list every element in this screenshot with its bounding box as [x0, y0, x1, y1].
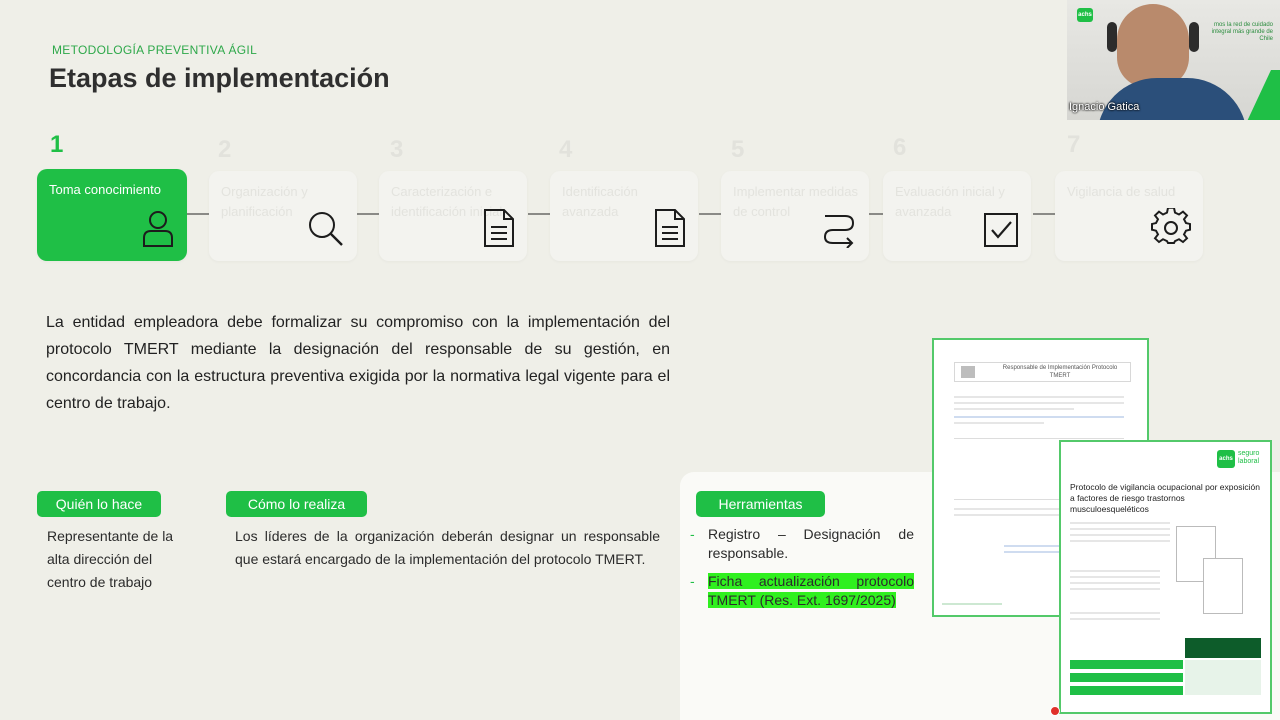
doc-line — [1070, 612, 1160, 614]
step-number-5: 5 — [731, 136, 745, 163]
doc-line — [1070, 582, 1160, 584]
doc-line — [1070, 534, 1170, 536]
tools-label: Herramientas — [696, 491, 825, 517]
doc-line — [1004, 545, 1064, 547]
speaker-name: Ignacio Gatica — [1069, 101, 1140, 113]
tool-item-ficha[interactable]: - Ficha actualización protocolo TMERT (R… — [690, 572, 914, 610]
doc-line — [954, 396, 1124, 398]
step-label: Vigilancia de salud — [1067, 184, 1176, 199]
doc-line — [1070, 570, 1160, 572]
step-connector — [699, 213, 721, 215]
how-text: Los líderes de la organización deberán d… — [235, 528, 660, 567]
how-label: Cómo lo realiza — [226, 491, 367, 517]
doc-line — [954, 422, 1044, 424]
doc-line — [1070, 540, 1170, 542]
step-card-toma-conocimiento[interactable]: Toma conocimiento — [37, 169, 187, 261]
doc-table — [1070, 638, 1261, 700]
user-icon — [141, 208, 175, 253]
step-card-evaluacion[interactable]: Evaluación inicial y avanzada — [883, 171, 1031, 261]
step-number-2: 2 — [218, 136, 232, 163]
webcam-video[interactable]: achs mos la red de cuidado integral más … — [1067, 0, 1280, 120]
doc-line — [954, 408, 1074, 410]
step-connector — [528, 213, 550, 215]
doc-line — [1070, 576, 1160, 578]
doc-logo-icon — [961, 366, 975, 378]
who-text: Representante de la alta dirección del c… — [47, 528, 174, 590]
doc-line — [1070, 588, 1160, 590]
step-connector — [1033, 213, 1055, 215]
video-overlay-text: mos la red de cuidado integral más grand… — [1211, 22, 1273, 42]
doc-line — [1004, 551, 1064, 553]
checkbox-icon — [983, 212, 1019, 253]
page-title: Etapas de implementación — [49, 63, 390, 93]
step-card-vigilancia[interactable]: Vigilancia de salud — [1055, 171, 1203, 261]
step-card-caracterizacion[interactable]: Caracterización e identificación inicial — [379, 171, 527, 261]
intro-paragraph: La entidad empleadora debe formalizar su… — [46, 314, 670, 412]
step-card-medidas-control[interactable]: Implementar medidas de control — [721, 171, 869, 261]
step-number-1: 1 — [50, 131, 64, 158]
tool-item-registro[interactable]: - Registro – Designación de responsable. — [690, 525, 914, 563]
list-dash: - — [690, 526, 695, 542]
headset-icon — [1189, 22, 1199, 52]
document-icon — [654, 208, 686, 253]
doc-line — [1070, 522, 1170, 524]
gear-icon — [1151, 206, 1191, 253]
doc-line — [1070, 528, 1170, 530]
doc-line — [954, 402, 1124, 404]
headset-icon — [1107, 22, 1117, 52]
step-card-organizacion[interactable]: Organización y planificación — [209, 171, 357, 261]
list-dash: - — [690, 573, 695, 589]
doc-line — [1070, 618, 1160, 620]
achs-logo: achs — [1077, 8, 1093, 22]
doc-line — [954, 416, 1124, 418]
doc-thumbnail-protocolo[interactable]: achs seguro laboral Protocolo de vigilan… — [1059, 440, 1272, 714]
achs-logo: achs — [1217, 450, 1235, 468]
step-number-7: 7 — [1067, 131, 1081, 158]
speaker-face — [1117, 4, 1189, 88]
doc-mini-page — [1203, 558, 1243, 614]
doc-heading: Responsable de Implementación Protocolo … — [1002, 365, 1118, 379]
step-number-6: 6 — [893, 134, 907, 161]
doc-line — [942, 603, 1002, 605]
step-number-3: 3 — [390, 136, 404, 163]
achs-logo-sub: seguro laboral — [1238, 450, 1260, 465]
step-label: Toma conocimiento — [49, 182, 161, 197]
step-connector — [187, 213, 209, 215]
doc-title: Protocolo de vigilancia ocupacional por … — [1070, 482, 1260, 514]
route-arrows-icon — [821, 210, 857, 253]
doc-header-box: Responsable de Implementación Protocolo … — [954, 362, 1131, 382]
search-icon — [307, 210, 345, 253]
step-card-identificacion-avanzada[interactable]: Identificación avanzada — [550, 171, 698, 261]
who-label: Quién lo hace — [37, 491, 161, 517]
section-kicker: METODOLOGÍA PREVENTIVA ÁGIL — [52, 43, 258, 57]
document-icon — [483, 208, 515, 253]
step-number-4: 4 — [559, 136, 573, 163]
step-connector — [357, 213, 379, 215]
recording-dot-icon — [1050, 706, 1060, 716]
